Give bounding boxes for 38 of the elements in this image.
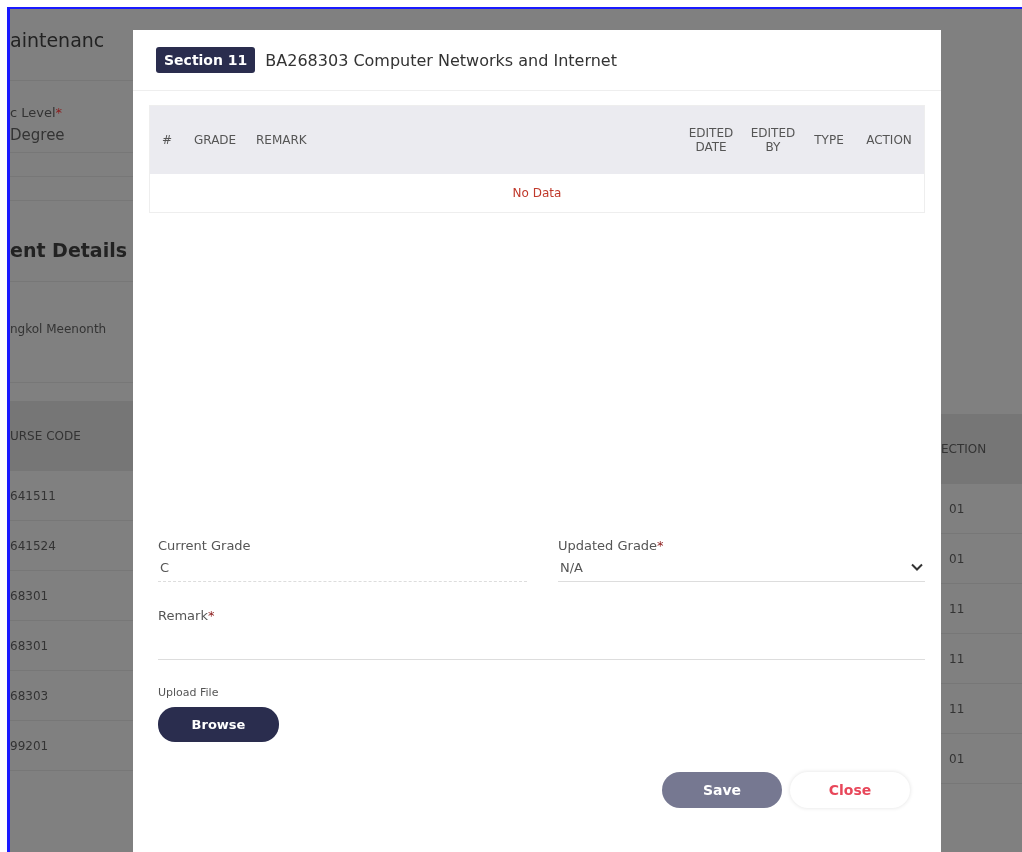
table-cell: 11 [949,651,965,666]
table-cell: 68301 [10,638,49,653]
table-cell: 641524 [10,538,56,553]
close-button[interactable]: Close [790,772,910,808]
table-cell: 68303 [10,688,49,703]
save-button[interactable]: Save [662,772,782,808]
column-header: # [162,133,173,147]
required-mark: * [657,538,664,553]
column-header: ECTION [941,442,987,456]
required-mark: * [55,105,63,120]
field-label: c Level [10,105,56,120]
table-cell: 01 [949,501,965,516]
field-label: Updated Grade [558,538,658,553]
chevron-down-icon [911,563,923,571]
table-cell: 68301 [10,588,49,603]
empty-message: No Data [512,186,562,200]
field-label: Remark [158,608,208,623]
column-header: GRADE [194,133,237,147]
current-grade-field: C [158,553,527,582]
table-cell: 11 [949,601,965,616]
field-label: Current Grade [158,538,251,553]
upload-label: Upload File [158,686,220,699]
column-header: URSE CODE [10,429,81,443]
grade-dropdown[interactable]: N/A [558,553,925,582]
required-mark: * [207,608,215,623]
column-header: EDITED DATE [687,126,735,154]
column-header: REMARK [256,133,307,147]
column-header: EDITED BY [749,126,797,154]
table-cell: 99201 [10,738,49,753]
dialog-title: BA268303 Computer Networks and Internet [265,50,617,70]
column-header: TYPE [814,133,844,147]
table-cell: 01 [949,751,965,766]
section-badge: Section 11 [156,47,256,73]
table-cell: 11 [949,701,965,716]
table-cell: 01 [949,551,965,566]
table-cell: 641511 [10,488,56,503]
browse-button[interactable]: Browse [158,707,279,742]
column-header: ACTION [866,133,912,147]
